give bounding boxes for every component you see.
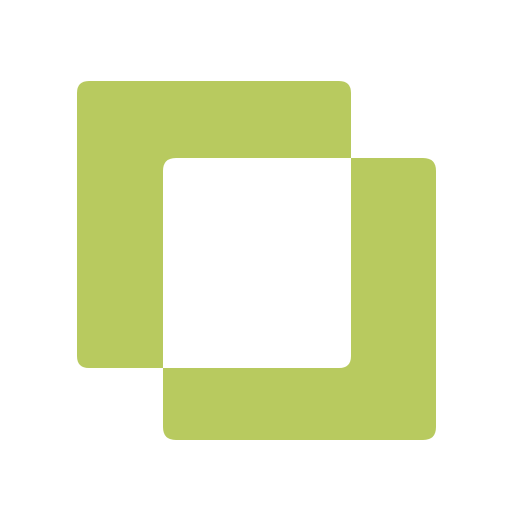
- overlapping-squares-shape: [77, 81, 436, 440]
- overlapping-squares-icon: [77, 81, 436, 440]
- icon-canvas: [0, 0, 512, 512]
